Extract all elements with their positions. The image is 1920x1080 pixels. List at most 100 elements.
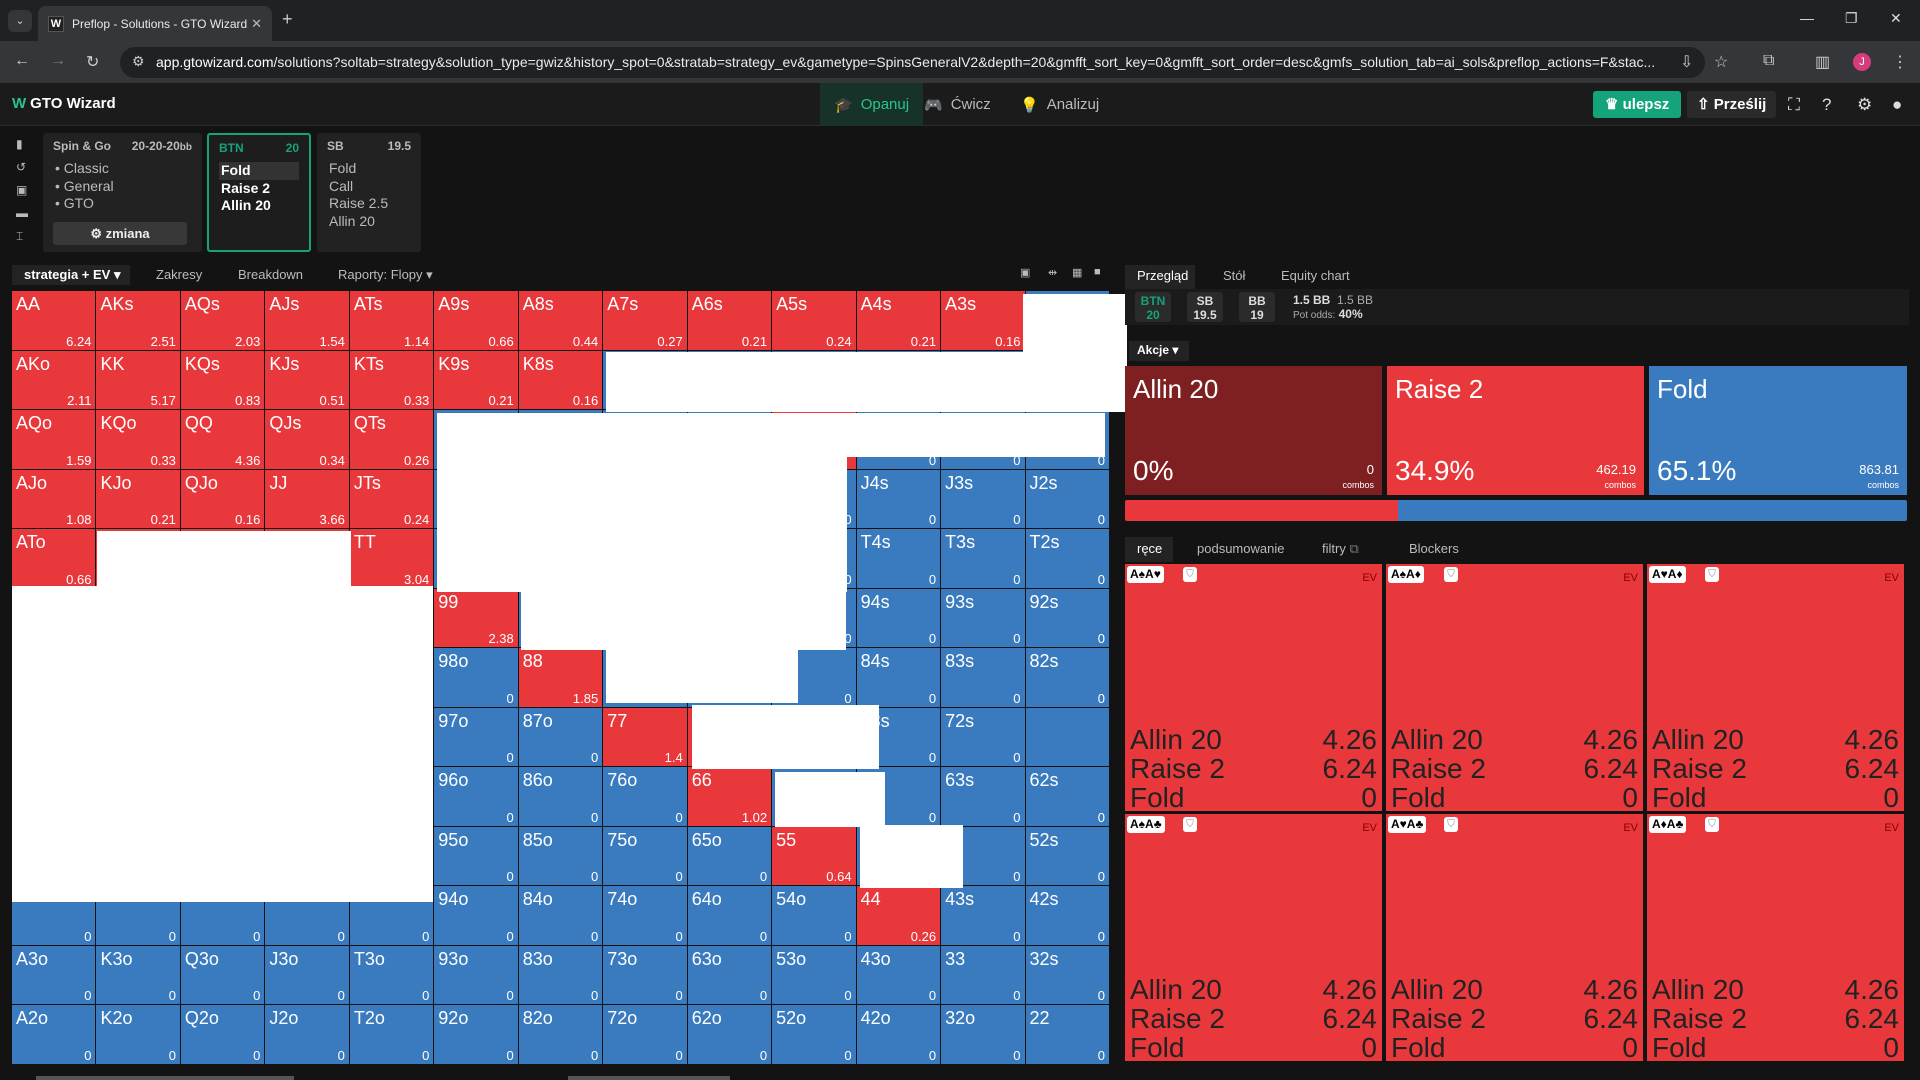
hand-cell[interactable]: 64o 0 — [687, 886, 772, 945]
browser-tab[interactable]: W Preflop - Solutions - GTO Wizard ✕ — [38, 6, 272, 41]
hand-cell[interactable]: AJo 1.08 — [12, 469, 96, 529]
controller-icon[interactable]: ▬ — [16, 206, 28, 220]
profile-avatar[interactable]: J — [1853, 53, 1871, 71]
action-fold[interactable]: Fold — [327, 160, 411, 178]
hand-cell[interactable]: 92o 0 — [434, 1005, 518, 1064]
hand-cell[interactable]: 93s 0 — [941, 588, 1025, 648]
hand-cell[interactable]: T3o 0 — [349, 945, 434, 1005]
history-icon[interactable]: ↺ — [16, 160, 26, 174]
hand-cell[interactable]: 55 0.64 — [772, 826, 856, 886]
bookmark-icon[interactable]: ▮ — [16, 137, 23, 151]
hand-cell[interactable]: KK 5.17 — [96, 350, 180, 410]
hand-cell[interactable]: 42o 0 — [856, 1005, 941, 1064]
hand-cell[interactable]: 52s 0 — [1025, 826, 1109, 886]
hand-cell[interactable]: A2o 0 — [12, 1005, 96, 1064]
hand-cell[interactable]: 66 1.02 — [687, 767, 772, 826]
hand-cell[interactable]: KTs 0.33 — [349, 350, 434, 410]
hand-cell[interactable]: 65o 0 — [687, 826, 772, 886]
hand-cell[interactable]: AA 6.24 — [12, 291, 96, 350]
hand-cell[interactable]: 44 0.26 — [856, 886, 941, 945]
hand-cell[interactable]: AQo 1.59 — [12, 410, 96, 469]
akcje-dropdown[interactable]: Akcje ▾ — [1129, 341, 1189, 361]
view-compact-icon[interactable]: ▣ — [1020, 266, 1030, 286]
hand-cell[interactable]: AKo 2.11 — [12, 350, 96, 410]
hand-cell[interactable] — [1025, 707, 1109, 767]
hand-cell[interactable]: K2o 0 — [96, 1005, 180, 1064]
action-allin-20[interactable]: Allin 20 — [219, 197, 299, 215]
hand-cell[interactable]: J4s 0 — [856, 469, 941, 529]
hand-cell[interactable]: 85o 0 — [518, 826, 603, 886]
hand-cell[interactable]: 96o 0 — [434, 767, 518, 826]
hand-cell[interactable]: KQs 0.83 — [180, 350, 265, 410]
hand-cell[interactable]: 32o 0 — [941, 1005, 1025, 1064]
hand-cell[interactable]: 32s 0 — [1025, 945, 1109, 1005]
save-icon[interactable]: ▣ — [16, 183, 27, 197]
close-window-icon[interactable]: ✕ — [1890, 10, 1902, 27]
hand-cell[interactable]: 84s 0 — [856, 648, 941, 707]
action-card-fold[interactable]: Fold 65.1% 863.81 combos — [1649, 366, 1907, 495]
hand-combo-card[interactable]: A♠A♦ ⛉ EV Allin 20 4.26 Raise 2 6.24 Fold 0 — [1386, 564, 1643, 813]
hand-cell[interactable]: A4s 0.21 — [856, 291, 941, 350]
upload-button[interactable]: ⇧ Prześlij — [1687, 91, 1777, 118]
hand-combo-card[interactable]: A♥A♦ ⛉ EV Allin 20 4.26 Raise 2 6.24 Fold 0 — [1647, 564, 1904, 813]
hand-cell[interactable]: 84o 0 — [518, 886, 603, 945]
hand-cell[interactable]: QJs 0.34 — [265, 410, 349, 469]
hand-cell[interactable]: 22 0 — [1025, 1005, 1109, 1064]
tab-blockers[interactable]: Blockers — [1409, 537, 1459, 556]
nav-opanuj[interactable]: 🎓 Opanuj — [820, 83, 924, 126]
hand-cell[interactable]: K9s 0.21 — [434, 350, 518, 410]
action-fold[interactable]: Fold — [219, 162, 299, 180]
action-card-allin[interactable]: Allin 20 0% 0 combos — [1125, 366, 1382, 495]
hand-cell[interactable]: A7s 0.27 — [603, 291, 687, 350]
hand-cell[interactable]: KJo 0.21 — [96, 469, 180, 529]
tab-search-button[interactable]: ⌄ — [8, 10, 32, 32]
minimize-icon[interactable]: — — [1800, 10, 1814, 26]
hand-cell[interactable]: 74o 0 — [603, 886, 687, 945]
tab-breakdown[interactable]: Breakdown — [238, 265, 303, 285]
horizontal-scrollbar[interactable] — [36, 1076, 294, 1080]
hand-cell[interactable]: T2o 0 — [349, 1005, 434, 1064]
action-raise-2-5[interactable]: Raise 2.5 — [327, 195, 411, 213]
tab-filtry[interactable]: filtry ⧉ — [1322, 537, 1359, 557]
hand-cell[interactable]: J2s 0 — [1025, 469, 1109, 529]
hand-cell[interactable]: K3o 0 — [96, 945, 180, 1005]
hand-cell[interactable]: 83o 0 — [518, 945, 603, 1005]
hand-cell[interactable]: 94o 0 — [434, 886, 518, 945]
hand-cell[interactable]: 42s 0 — [1025, 886, 1109, 945]
extensions-icon[interactable]: ⧉ — [1763, 52, 1774, 70]
screenshot-icon[interactable]: ⛶ — [1788, 95, 1800, 115]
side-panel-icon[interactable]: ▥ — [1815, 52, 1830, 72]
view-full-icon[interactable]: ■ — [1094, 266, 1101, 286]
hand-cell[interactable]: 75o 0 — [603, 826, 687, 886]
hand-cell[interactable]: JTs 0.24 — [349, 469, 434, 529]
hand-cell[interactable]: 97o 0 — [434, 707, 518, 767]
hand-cell[interactable]: A5s 0.24 — [772, 291, 856, 350]
tab-equity-chart[interactable]: Equity chart — [1281, 265, 1350, 283]
hand-cell[interactable]: TT 3.04 — [349, 529, 434, 588]
spot-card-sb[interactable]: SB 19.5 Fold Call Raise 2.5 Allin 20 — [317, 133, 421, 252]
hand-cell[interactable]: ATo 0.66 — [12, 529, 96, 588]
action-call[interactable]: Call — [327, 178, 411, 196]
hand-combo-card[interactable]: A♥A♣ ⛉ EV Allin 20 4.26 Raise 2 6.24 Fold 0 — [1386, 814, 1643, 1063]
hand-cell[interactable]: 43o 0 — [856, 945, 941, 1005]
hand-cell[interactable]: 93o 0 — [434, 945, 518, 1005]
hand-cell[interactable]: 76o 0 — [603, 767, 687, 826]
hand-combo-card[interactable]: A♦A♣ ⛉ EV Allin 20 4.26 Raise 2 6.24 Fold 0 — [1647, 814, 1904, 1063]
reload-icon[interactable]: ↻ — [86, 52, 99, 72]
site-info-icon[interactable]: ⚙ — [132, 53, 145, 70]
horizontal-scrollbar[interactable] — [568, 1076, 730, 1080]
hand-cell[interactable]: A3o 0 — [12, 945, 96, 1005]
tab-zakresy[interactable]: Zakresy — [156, 265, 202, 285]
restore-icon[interactable]: ❐ — [1845, 10, 1858, 27]
nav-analizuj[interactable]: 💡 Analizuj — [1020, 83, 1099, 126]
hand-cell[interactable]: K8s 0.16 — [518, 350, 603, 410]
tab-stol[interactable]: Stół — [1223, 265, 1245, 283]
hand-cell[interactable]: 94s 0 — [856, 588, 941, 648]
hand-cell[interactable]: J2o 0 — [265, 1005, 349, 1064]
hand-cell[interactable]: A8s 0.44 — [518, 291, 603, 350]
hand-cell[interactable]: 52o 0 — [772, 1005, 856, 1064]
hand-cell[interactable]: QQ 4.36 — [180, 410, 265, 469]
hand-cell[interactable]: QJo 0.16 — [180, 469, 265, 529]
hand-cell[interactable]: JJ 3.66 — [265, 469, 349, 529]
hand-cell[interactable]: T3s 0 — [941, 529, 1025, 588]
